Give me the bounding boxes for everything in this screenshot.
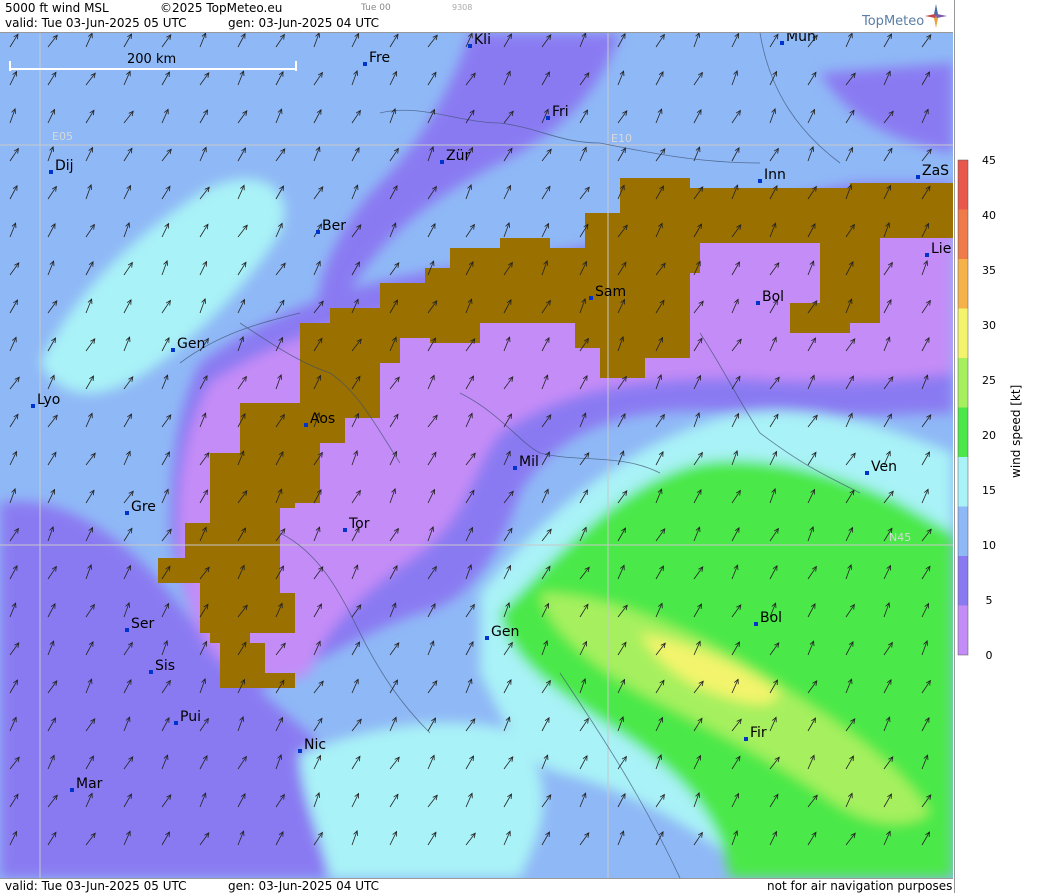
scale-label: 200 km bbox=[127, 52, 177, 67]
legend-colorbar bbox=[957, 159, 969, 656]
legend-color-band bbox=[958, 506, 968, 556]
compass-logo-icon bbox=[925, 4, 947, 31]
lon-label-e10: E10 bbox=[611, 132, 632, 145]
legend-color-band bbox=[958, 407, 968, 457]
band-15-20-s bbox=[300, 722, 544, 878]
lon-label-e05: E05 bbox=[52, 130, 73, 143]
map-header: 5000 ft wind MSL ©2025 TopMeteo.eu Tue 0… bbox=[0, 0, 953, 33]
copyright: ©2025 TopMeteo.eu bbox=[160, 1, 283, 15]
map-footer: valid: Tue 03-Jun-2025 05 UTC gen: 03-Ju… bbox=[0, 878, 953, 894]
legend-tick-label: 20 bbox=[982, 429, 996, 442]
legend-color-band bbox=[958, 259, 968, 309]
code-label: 9308 bbox=[452, 3, 473, 12]
legend-tick-label: 25 bbox=[982, 374, 996, 387]
legend-tick-label: 40 bbox=[982, 209, 996, 222]
lat-label-n45: N45 bbox=[889, 531, 912, 544]
wind-speed-legend: 0 5 10 15 20 25 30 35 40 45 wind speed [kt] bbox=[954, 0, 1045, 893]
legend-color-band bbox=[958, 209, 968, 259]
legend-color-band bbox=[958, 457, 968, 507]
gen-time: gen: 03-Jun-2025 04 UTC bbox=[228, 16, 380, 30]
product-title: 5000 ft wind MSL bbox=[5, 1, 109, 15]
legend-color-band bbox=[958, 358, 968, 408]
valid-time: valid: Tue 03-Jun-2025 05 UTC bbox=[5, 16, 187, 30]
legend-tick-label: 35 bbox=[982, 264, 996, 277]
run-label: Tue 00 bbox=[361, 3, 391, 13]
legend-color-band bbox=[958, 556, 968, 606]
footer-gen-time: gen: 03-Jun-2025 04 UTC bbox=[228, 879, 380, 893]
legend-color-band bbox=[958, 160, 968, 210]
legend-tick-label: 30 bbox=[982, 319, 996, 332]
legend-tick-label: 10 bbox=[982, 539, 996, 552]
legend-tick-label: 15 bbox=[982, 484, 996, 497]
legend-tick-label: 0 bbox=[985, 649, 993, 662]
footer-valid-time: valid: Tue 03-Jun-2025 05 UTC bbox=[5, 879, 187, 893]
footer-notice: not for air navigation purposes bbox=[767, 879, 953, 893]
wind-field-svg bbox=[0, 33, 953, 878]
wind-map[interactable]: 200 km E05 E10 N45 Kli Mun Fre Fri Dij Z… bbox=[0, 33, 953, 878]
legend-title: wind speed [kt] bbox=[1009, 384, 1023, 478]
legend-color-band bbox=[958, 308, 968, 358]
legend-tick-label: 5 bbox=[985, 594, 993, 607]
legend-color-band bbox=[958, 605, 968, 655]
topmeteo-logo: TopMeteo bbox=[862, 14, 925, 29]
legend-tick-label: 45 bbox=[982, 154, 996, 167]
